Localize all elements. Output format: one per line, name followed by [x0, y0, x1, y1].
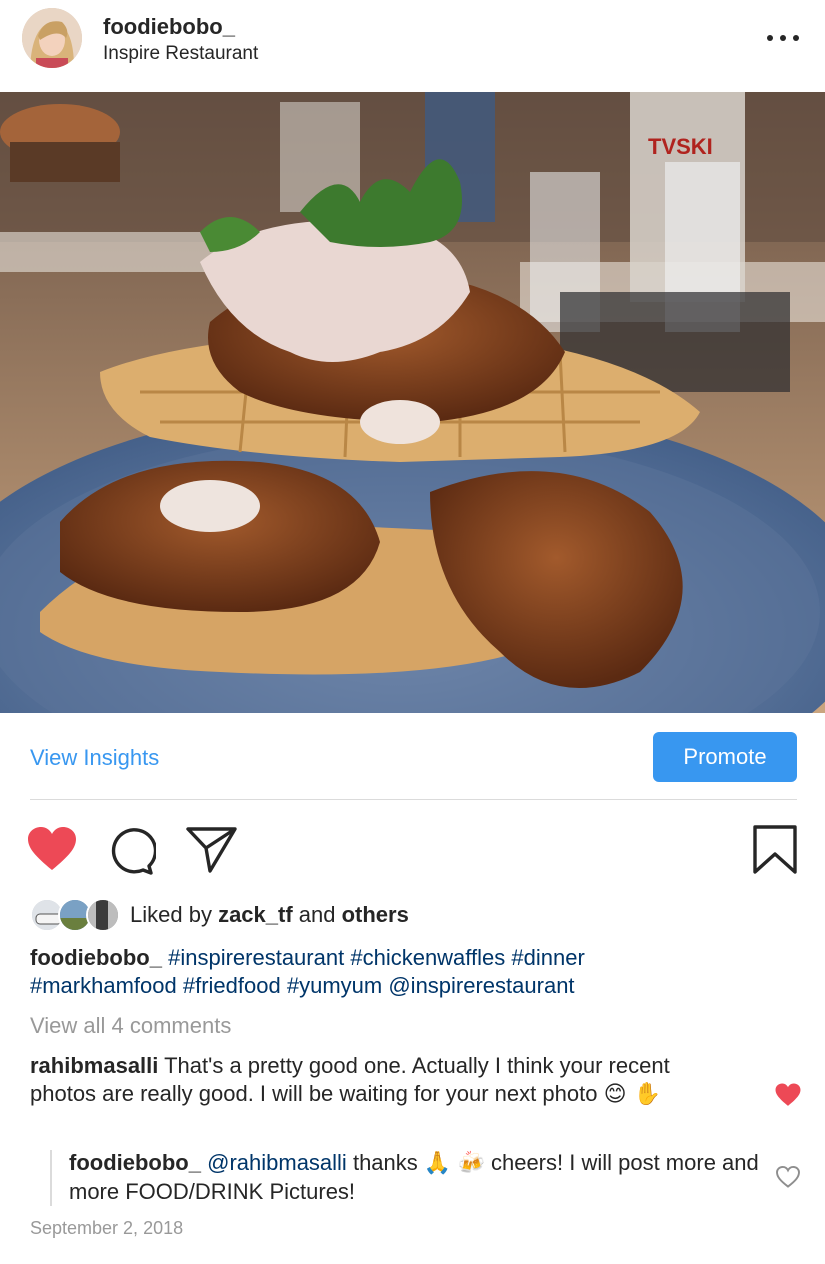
likes-row[interactable]: Liked by zack_tf and others	[30, 898, 790, 932]
post-date: September 2, 2018	[30, 1218, 184, 1238]
avatar	[86, 898, 120, 932]
liker-username[interactable]: zack_tf	[218, 902, 293, 927]
likes-prefix: Liked by	[130, 902, 219, 927]
mention[interactable]: @inspirerestaurant	[388, 973, 574, 998]
post-photo[interactable]: TVSKI	[0, 92, 825, 713]
likes-middle: and	[292, 902, 342, 927]
post-header: foodiebobo_ Inspire Restaurant	[0, 0, 825, 92]
heart-outline-icon[interactable]	[776, 1165, 800, 1193]
bookmark-icon[interactable]	[752, 824, 798, 881]
hashtag[interactable]: #friedfood	[183, 973, 281, 998]
hashtag[interactable]: #inspirerestaurant	[168, 945, 344, 970]
beers-emoji: 🍻	[457, 1151, 485, 1176]
mention[interactable]: @rahibmasalli	[207, 1150, 347, 1175]
comment-username[interactable]: rahibmasalli	[30, 1053, 158, 1078]
reply-username[interactable]: foodiebobo_	[69, 1150, 201, 1175]
avatar[interactable]	[22, 8, 82, 68]
comment: rahibmasalli That's a pretty good one. A…	[30, 1052, 720, 1109]
reply-indent-line	[50, 1150, 52, 1206]
heart-icon[interactable]	[775, 1083, 801, 1112]
post-location[interactable]: Inspire Restaurant	[103, 43, 258, 65]
action-bar	[0, 820, 825, 884]
hashtag[interactable]: #dinner	[511, 945, 584, 970]
view-insights-link[interactable]: View Insights	[30, 745, 159, 771]
comment-emojis: 😊 ✋	[603, 1082, 661, 1107]
divider	[30, 799, 797, 800]
pray-emoji: 🙏	[423, 1151, 452, 1176]
hashtag[interactable]: #markhamfood	[30, 973, 177, 998]
view-all-comments-link[interactable]: View all 4 comments	[30, 1013, 231, 1039]
liker-avatars	[30, 898, 120, 932]
caption: foodiebobo_ #inspirerestaurant #chickenw…	[30, 944, 800, 1000]
likes-others[interactable]: others	[342, 902, 409, 927]
likes-text: Liked by zack_tf and others	[130, 902, 409, 928]
comment-reply: foodiebobo_ @rahibmasalli thanks 🙏 🍻 che…	[69, 1149, 759, 1206]
more-icon[interactable]	[767, 26, 799, 50]
hashtag[interactable]: #yumyum	[287, 973, 382, 998]
heart-icon[interactable]	[27, 826, 77, 877]
photo-sign-text: TVSKI	[648, 134, 713, 159]
hashtag[interactable]: #chickenwaffles	[350, 945, 505, 970]
insights-bar: View Insights Promote	[0, 713, 825, 801]
promote-button[interactable]: Promote	[653, 732, 797, 782]
post-username[interactable]: foodiebobo_	[103, 14, 235, 40]
reply-text: thanks	[352, 1150, 418, 1175]
comment-icon[interactable]	[106, 826, 158, 881]
caption-username[interactable]: foodiebobo_	[30, 945, 162, 970]
share-icon[interactable]	[186, 826, 238, 879]
